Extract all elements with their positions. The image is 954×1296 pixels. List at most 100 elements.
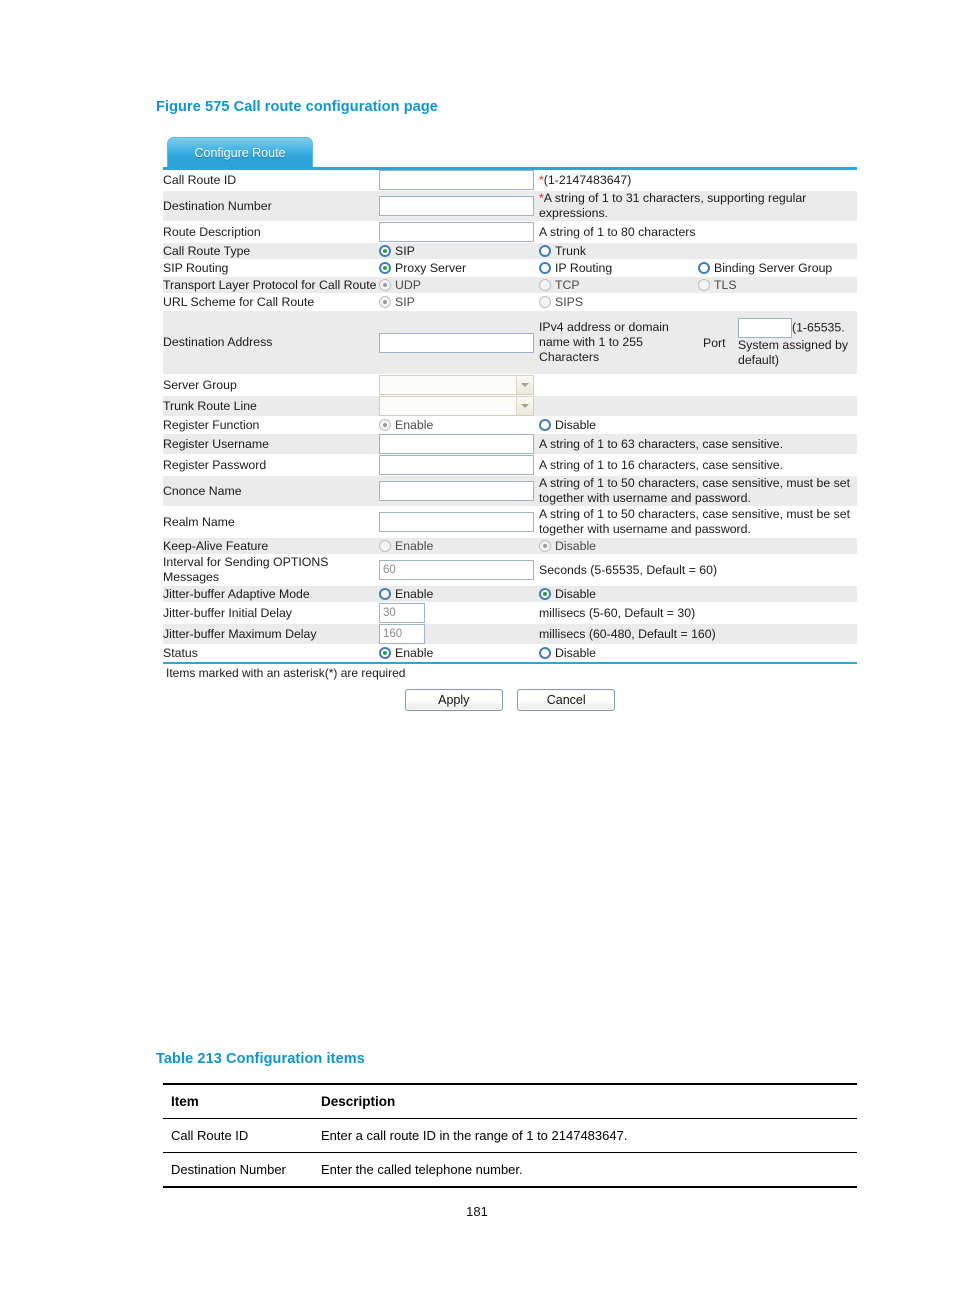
label-jitter-adaptive-mode: Jitter-buffer Adaptive Mode (163, 585, 379, 603)
cell-item: Call Route ID (163, 1118, 313, 1153)
realm-name-input[interactable] (379, 512, 534, 532)
label-server-group: Server Group (163, 374, 379, 396)
cell-realm-name-input (379, 506, 539, 538)
cell-url-scheme-sips: SIPS (539, 293, 857, 311)
form-row-transport-layer-protocol: Transport Layer Protocol for Call Route … (163, 276, 857, 294)
cell-destination-address-input (379, 310, 539, 375)
radio-label: Disable (555, 539, 597, 553)
label-register-password: Register Password (163, 454, 379, 476)
radio-dot-icon (379, 588, 391, 600)
form-row-cnonce-name: Cnonce Name A string of 1 to 50 characte… (163, 475, 857, 507)
radio-call-route-type-sip[interactable]: SIP (379, 243, 415, 259)
radio-keep-alive-disable[interactable]: Disable (539, 538, 596, 554)
hint-register-password: A string of 1 to 16 characters, case sen… (539, 454, 857, 476)
radio-sip-routing-proxy-server[interactable]: Proxy Server (379, 260, 466, 276)
label-call-route-type: Call Route Type (163, 242, 379, 260)
cnonce-name-input[interactable] (379, 481, 534, 501)
form-row-register-password: Register Password A string of 1 to 16 ch… (163, 454, 857, 476)
cell-sip-routing-proxy: Proxy Server (379, 259, 539, 277)
radio-label: SIPS (555, 295, 584, 309)
tab-strip: Configure Route (163, 137, 857, 170)
radio-transport-tcp[interactable]: TCP (539, 277, 580, 293)
radio-status-disable[interactable]: Disable (539, 645, 596, 661)
radio-dot-icon (539, 245, 551, 257)
form-row-jitter-maximum-delay: Jitter-buffer Maximum Delay millisecs (6… (163, 623, 857, 645)
radio-label: Disable (555, 646, 597, 660)
hint-jitter-maximum-delay: millisecs (60-480, Default = 160) (539, 623, 857, 645)
label-call-route-id: Call Route ID (163, 170, 379, 191)
options-interval-input[interactable] (379, 560, 534, 580)
radio-call-route-type-trunk[interactable]: Trunk (539, 243, 586, 259)
jitter-maximum-delay-input[interactable] (379, 624, 425, 644)
cell-transport-tls: TLS (698, 276, 857, 294)
server-group-select[interactable] (379, 375, 534, 395)
hint-route-description: A string of 1 to 80 characters (539, 221, 857, 243)
radio-url-scheme-sips[interactable]: SIPS (539, 294, 583, 310)
radio-sip-routing-binding-server-group[interactable]: Binding Server Group (698, 260, 832, 276)
cell-status-disable: Disable (539, 644, 857, 661)
form-row-options-interval: Interval for Sending OPTIONS Messages Se… (163, 554, 857, 586)
cell-trunk-route-line-select (379, 395, 539, 417)
hint-server-group (539, 374, 857, 396)
route-description-input[interactable] (379, 222, 534, 242)
radio-sip-routing-ip-routing[interactable]: IP Routing (539, 260, 612, 276)
radio-dot-icon (539, 262, 551, 274)
radio-label: Proxy Server (395, 261, 467, 275)
form-row-keep-alive-feature: Keep-Alive Feature Enable Disable (163, 537, 857, 555)
cell-call-route-id-input (379, 170, 539, 191)
radio-register-function-enable[interactable]: Enable (379, 417, 433, 433)
radio-status-enable[interactable]: Enable (379, 645, 433, 661)
column-header-description: Description (313, 1083, 857, 1119)
radio-transport-tls[interactable]: TLS (698, 277, 737, 293)
radio-label: Binding Server Group (714, 261, 833, 275)
cell-description: Enter the called telephone number. (313, 1152, 857, 1188)
cancel-button[interactable]: Cancel (517, 689, 616, 711)
radio-jitter-adaptive-disable[interactable]: Disable (539, 586, 596, 602)
radio-label: UDP (395, 278, 421, 292)
register-username-input[interactable] (379, 434, 534, 454)
form-row-destination-address: Destination Address IPv4 address or doma… (163, 310, 857, 375)
table-caption: Table 213 Configuration items (156, 1051, 365, 1067)
tab-configure-route[interactable]: Configure Route (167, 137, 313, 167)
radio-dot-icon (379, 262, 391, 274)
radio-url-scheme-sip[interactable]: SIP (379, 294, 415, 310)
register-password-input[interactable] (379, 455, 534, 475)
document-page: Figure 575 Call route configuration page… (0, 0, 954, 1296)
cell-keep-alive-enable: Enable (379, 537, 539, 555)
figure-caption: Figure 575 Call route configuration page (156, 99, 438, 115)
form-row-register-username: Register Username A string of 1 to 63 ch… (163, 433, 857, 455)
radio-jitter-adaptive-enable[interactable]: Enable (379, 586, 433, 602)
radio-label: Disable (555, 418, 597, 432)
chevron-down-icon (516, 376, 533, 394)
radio-dot-icon (698, 279, 710, 291)
form-row-jitter-initial-delay: Jitter-buffer Initial Delay millisecs (5… (163, 602, 857, 624)
hint-text: A string of 1 to 31 characters, supporti… (539, 191, 807, 220)
jitter-initial-delay-input[interactable] (379, 603, 425, 623)
radio-label: Disable (555, 587, 597, 601)
cell-register-function-enable: Enable (379, 416, 539, 434)
cell-destination-number-input (379, 190, 539, 222)
label-jitter-initial-delay: Jitter-buffer Initial Delay (163, 602, 379, 624)
cell-options-interval-input (379, 554, 539, 586)
cell-sip-routing-ip-routing: IP Routing (539, 259, 698, 277)
label-realm-name: Realm Name (163, 506, 379, 538)
label-route-description: Route Description (163, 221, 379, 243)
cell-route-description-input (379, 221, 539, 243)
radio-label: SIP (395, 295, 415, 309)
radio-transport-udp[interactable]: UDP (379, 277, 421, 293)
radio-dot-icon (539, 279, 551, 291)
trunk-route-line-select[interactable] (379, 396, 534, 416)
apply-button[interactable]: Apply (404, 689, 503, 711)
radio-register-function-disable[interactable]: Disable (539, 417, 596, 433)
radio-label: TLS (714, 278, 737, 292)
label-destination-number: Destination Number (163, 190, 379, 222)
radio-keep-alive-enable[interactable]: Enable (379, 538, 433, 554)
label-url-scheme: URL Scheme for Call Route (163, 293, 379, 311)
cell-cnonce-name-input (379, 475, 539, 507)
chevron-down-icon (516, 397, 533, 415)
destination-number-input[interactable] (379, 196, 534, 216)
port-input[interactable] (738, 317, 792, 338)
radio-label: Enable (395, 587, 434, 601)
call-route-id-input[interactable] (379, 170, 534, 190)
destination-address-input[interactable] (379, 332, 534, 353)
